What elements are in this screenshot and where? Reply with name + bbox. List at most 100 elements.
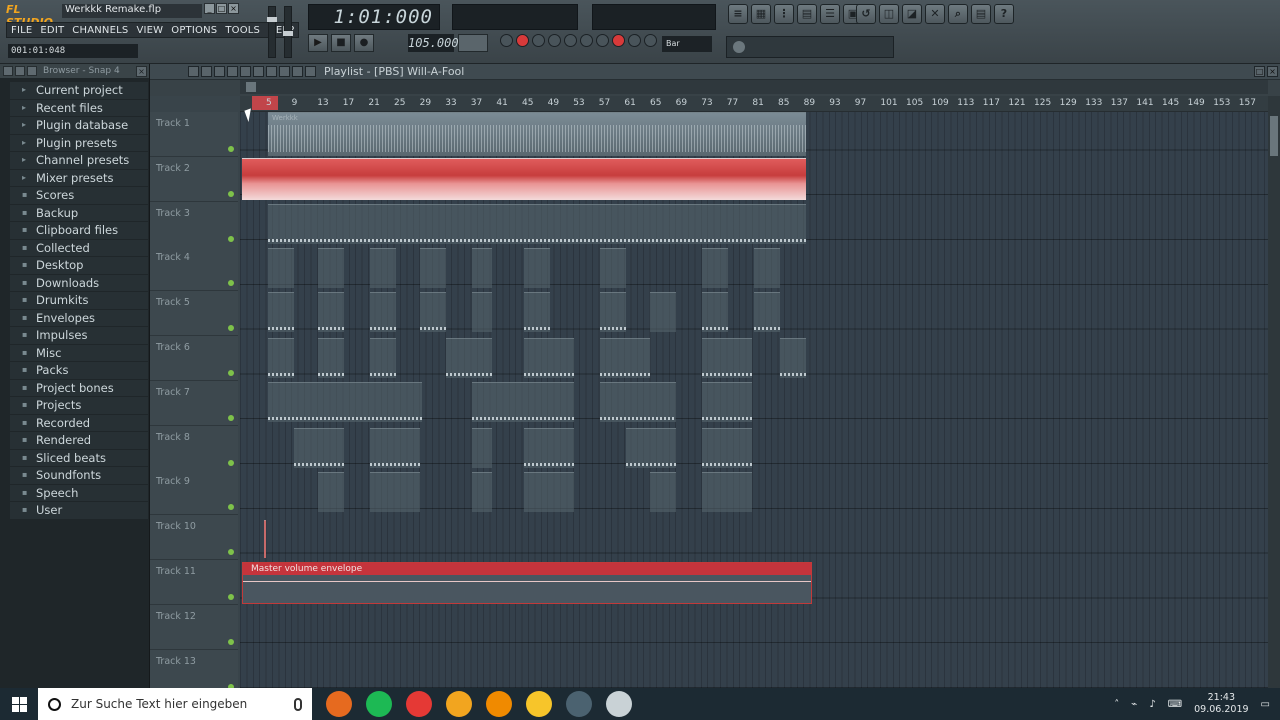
pattern-clip[interactable] [754, 248, 780, 288]
draw-tool-icon[interactable] [188, 66, 199, 77]
track-mute-led[interactable] [228, 325, 234, 332]
spotify-icon[interactable] [366, 691, 392, 717]
track-mute-led[interactable] [228, 146, 234, 152]
pattern-clip[interactable] [370, 248, 396, 288]
clock-app-icon[interactable] [606, 691, 632, 717]
piano-roll-icon[interactable]: ▦ [751, 4, 771, 24]
browser-item[interactable]: ▪ Projects [10, 397, 148, 415]
horizontal-scrollbar[interactable] [240, 80, 1268, 94]
track-mute-led[interactable] [228, 235, 234, 242]
mute-tool-icon[interactable] [227, 66, 238, 77]
track-header[interactable]: Track 6 [150, 336, 238, 381]
minimize-button[interactable]: _ [204, 3, 215, 14]
track-mute-led[interactable] [228, 638, 234, 645]
playlist-maximize-button[interactable]: □ [1254, 66, 1265, 77]
audio-clip[interactable]: Werkkk [268, 112, 806, 156]
firefox-icon[interactable] [326, 691, 352, 717]
menu-view[interactable]: VIEW [132, 23, 167, 37]
start-button[interactable] [0, 688, 38, 720]
browser-item[interactable]: ▪ Scores [10, 187, 148, 205]
track-header[interactable]: Track 2 [150, 156, 238, 202]
browser-item[interactable]: ▪ Collected [10, 239, 148, 257]
browser-collapse-icon[interactable] [27, 66, 37, 76]
zoom-tool-icon[interactable] [279, 66, 290, 77]
pattern-clip[interactable] [370, 292, 396, 332]
pattern-clip[interactable] [268, 248, 294, 288]
undo-icon[interactable]: ↺ [856, 4, 876, 24]
browser-item[interactable]: ▪ Misc [10, 344, 148, 362]
track-header[interactable]: Track 4 [150, 246, 238, 292]
pattern-clip[interactable] [370, 338, 396, 378]
pattern-clip[interactable] [524, 428, 574, 468]
pattern-clip[interactable] [370, 472, 420, 512]
pattern-clip-red[interactable] [242, 158, 806, 200]
pattern-selector[interactable] [458, 34, 488, 52]
track-mute-led[interactable] [228, 504, 234, 511]
pattern-clip[interactable] [702, 428, 752, 468]
browser-close-icon[interactable]: × [136, 65, 147, 77]
master-pitch-slider[interactable] [283, 6, 293, 58]
record-mode-icon[interactable] [516, 34, 529, 47]
playlist-close-button[interactable]: × [1267, 66, 1278, 77]
browser-item[interactable]: ▪ Drumkits [10, 292, 148, 310]
browser-item[interactable]: ▸ Current project [10, 82, 148, 100]
loop-icon[interactable] [532, 34, 545, 47]
track-header[interactable]: Track 3 [150, 201, 238, 247]
select-tool-icon[interactable] [266, 66, 277, 77]
browser-item[interactable]: ▪ Recorded [10, 414, 148, 432]
pattern-clip[interactable] [524, 292, 550, 332]
taskbar-clock[interactable]: 21:43 09.06.2019 [1194, 692, 1248, 716]
record-audio-icon[interactable] [612, 34, 625, 47]
flstudio-icon[interactable] [446, 691, 472, 717]
step-icon[interactable] [548, 34, 561, 47]
pattern-clip[interactable] [318, 248, 344, 288]
vlc-icon[interactable] [486, 691, 512, 717]
pattern-clip[interactable] [600, 292, 626, 332]
browser-item[interactable]: ▪ Clipboard files [10, 222, 148, 240]
tools-icon[interactable]: ✕ [925, 4, 945, 24]
pattern-clip[interactable] [702, 292, 728, 332]
snap-icon[interactable] [305, 66, 316, 77]
pattern-clip[interactable] [780, 338, 806, 378]
browser-item[interactable]: ▪ Rendered [10, 432, 148, 450]
pattern-clip[interactable] [600, 338, 650, 378]
wait-icon[interactable] [628, 34, 641, 47]
delete-tool-icon[interactable] [214, 66, 225, 77]
pattern-clip[interactable] [702, 248, 728, 288]
snap-selector[interactable]: Bar [662, 36, 712, 52]
help-icon[interactable]: ? [994, 4, 1014, 24]
close-button[interactable]: × [228, 3, 239, 14]
slip-tool-icon[interactable] [240, 66, 251, 77]
pattern-clip[interactable] [472, 472, 492, 512]
render-icon[interactable]: ◪ [902, 4, 922, 24]
network-icon[interactable]: ⌁ [1131, 699, 1137, 710]
browser-icon[interactable]: ☰ [820, 4, 840, 24]
pattern-clip[interactable] [268, 338, 294, 378]
envelope-clip[interactable]: Master volume envelope [242, 562, 812, 604]
pattern-clip[interactable] [600, 382, 676, 422]
track-header[interactable]: Track 8 [150, 425, 238, 471]
pattern-clip[interactable] [524, 472, 574, 512]
pattern-clip[interactable] [600, 248, 626, 288]
browser-item[interactable]: ▪ Speech [10, 484, 148, 502]
pattern-clip[interactable] [268, 204, 806, 244]
track-header[interactable]: Track 12 [150, 604, 238, 650]
track-mute-led[interactable] [228, 594, 234, 600]
pattern-clip[interactable] [318, 292, 344, 332]
browser-item[interactable]: ▪ Impulses [10, 327, 148, 345]
browser-item[interactable]: ▸ Mixer presets [10, 169, 148, 187]
browser-menu-icon[interactable] [3, 66, 13, 76]
slice-tool-icon[interactable] [253, 66, 264, 77]
pattern-clip[interactable] [446, 338, 492, 378]
browser-item[interactable]: ▸ Plugin database [10, 117, 148, 135]
scroll-thumb[interactable] [246, 82, 256, 92]
song-time-display[interactable]: 1:01:000 [308, 4, 440, 30]
browser-item[interactable]: ▸ Recent files [10, 99, 148, 117]
maximize-button[interactable]: □ [216, 3, 227, 14]
channel-rack-icon[interactable]: ⋮ [774, 4, 794, 24]
pattern-clip[interactable] [524, 338, 574, 378]
multilink-icon[interactable] [644, 34, 657, 47]
playlist-icon[interactable]: ≡ [728, 4, 748, 24]
info-icon[interactable]: ▤ [971, 4, 991, 24]
blend-icon[interactable] [564, 34, 577, 47]
